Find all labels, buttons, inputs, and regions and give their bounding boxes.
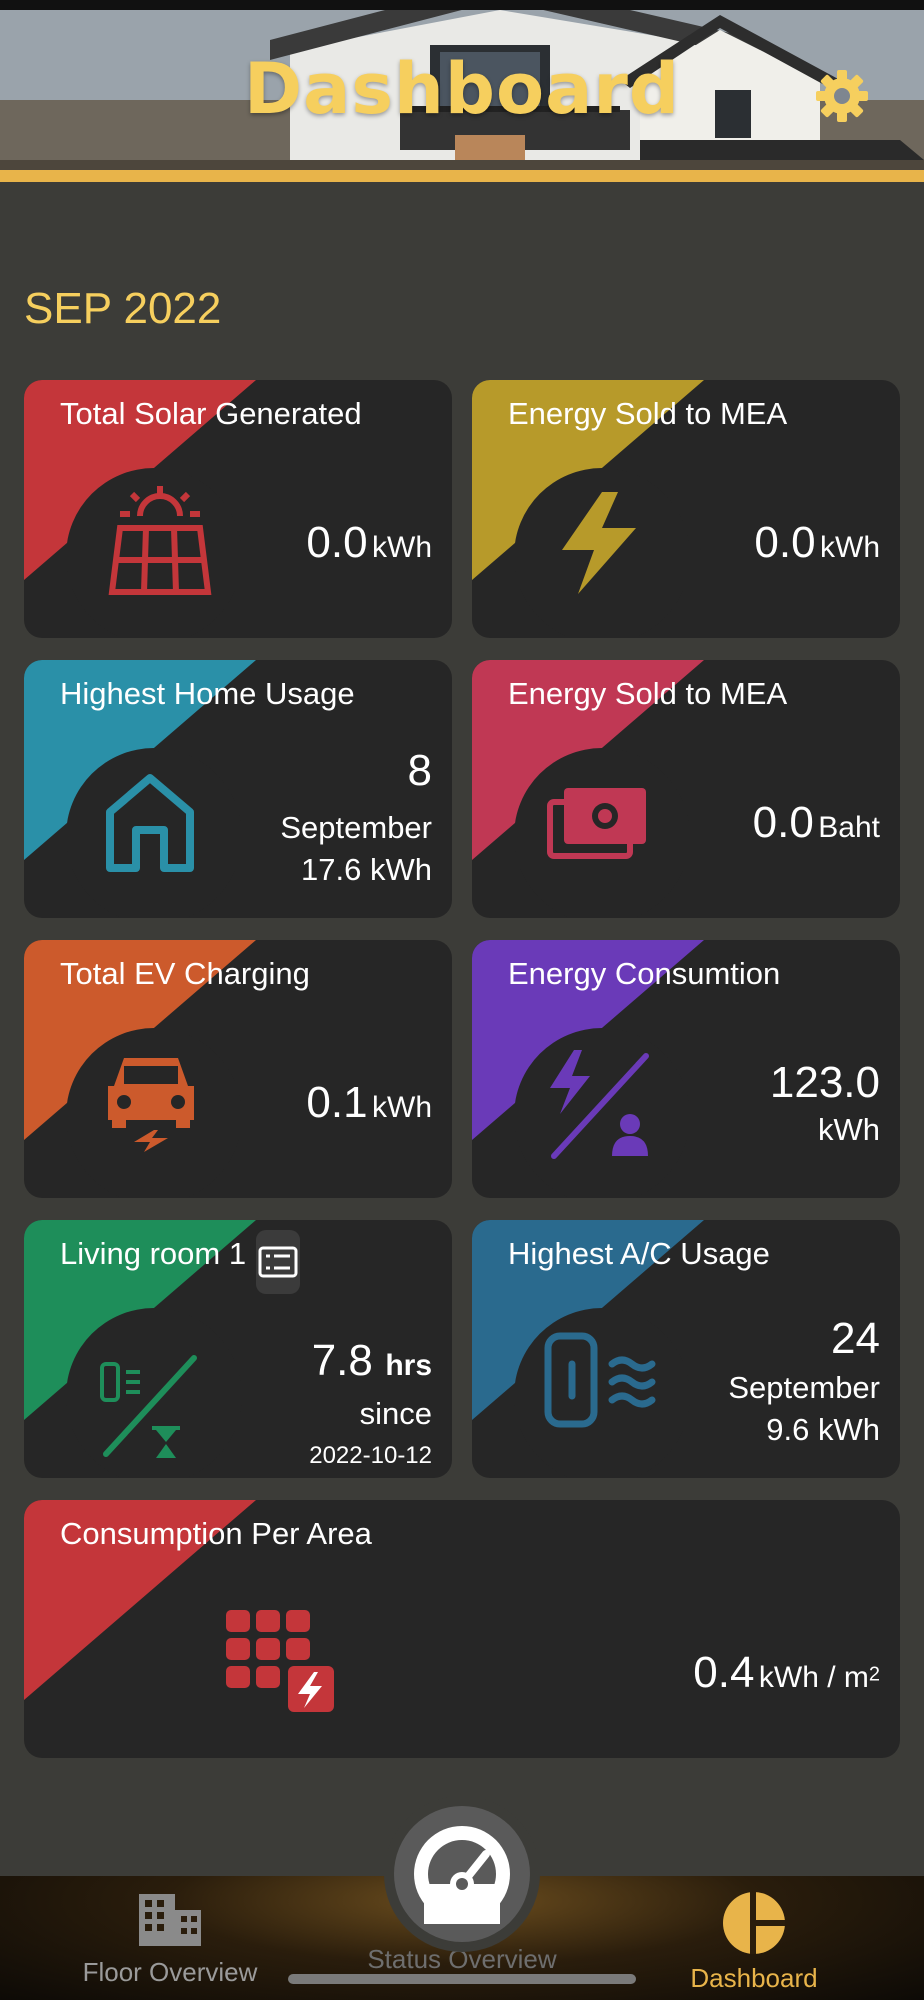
grid-energy-icon <box>226 1610 334 1712</box>
card-title: Highest Home Usage <box>60 676 355 711</box>
nav-label: Floor Overview <box>82 1957 258 1987</box>
unit: kWh <box>372 1091 432 1124</box>
value: 123.0 <box>769 1058 880 1107</box>
status-bar <box>0 0 924 10</box>
house-icon <box>106 774 194 872</box>
unit: kWh <box>818 1112 880 1147</box>
card-title: Highest A/C Usage <box>508 1236 770 1271</box>
value-row: 0.0 kWh <box>306 518 432 568</box>
nav-label: Dashboard <box>690 1963 818 1993</box>
unit: Baht <box>818 811 880 844</box>
nav-label: Status Overview <box>367 1944 557 1974</box>
value: 0.1 <box>306 1078 368 1127</box>
speedometer-icon <box>414 1826 510 1924</box>
value-row: 0.0 Baht <box>753 798 880 848</box>
period-label: SEP 2022 <box>24 284 222 333</box>
unit: kWh / m <box>758 1661 869 1694</box>
value-row: 0.0 kWh <box>754 518 880 568</box>
card-title: Total Solar Generated <box>60 396 362 431</box>
building-icon <box>139 1894 201 1946</box>
value: 0.0 <box>754 518 816 567</box>
month-value: September <box>728 1370 880 1405</box>
since-label: since <box>359 1396 432 1431</box>
status-overview-button[interactable] <box>394 1806 530 1942</box>
value: 0.4 <box>693 1648 755 1697</box>
schedule-note-button[interactable] <box>256 1230 300 1294</box>
unit: hrs <box>385 1349 432 1382</box>
solar-panel-icon <box>108 486 212 595</box>
air-conditioner-icon <box>544 1332 656 1428</box>
cash-icon <box>547 788 646 859</box>
nav-status-overview-label[interactable]: Status Overview <box>362 1944 562 1975</box>
value: 0.0 <box>752 798 814 847</box>
card-title: Consumption Per Area <box>60 1516 372 1551</box>
unit: kWh <box>820 531 880 564</box>
card-energy-sold-baht[interactable]: Energy Sold to MEA 0.0 Baht <box>472 660 900 918</box>
home-indicator <box>288 1974 636 1984</box>
value-row: 0.4 kWh / m2 <box>693 1648 880 1698</box>
ac-timer-icon <box>100 1355 197 1458</box>
since-date: 2022-10-12 <box>309 1442 432 1469</box>
note-list-icon <box>258 1246 298 1278</box>
card-living-room[interactable]: Living room 1 7.8 hrs since 2022-10-12 <box>24 1220 452 1478</box>
unit-exponent: 2 <box>868 1663 880 1686</box>
duration-row: 7.8 hrs <box>312 1336 432 1386</box>
card-highest-home-usage[interactable]: Highest Home Usage 8 September 17.6 kWh <box>24 660 452 918</box>
nav-floor-overview[interactable]: Floor Overview <box>70 1890 270 1988</box>
card-title: Energy Sold to MEA <box>508 396 788 431</box>
card-highest-ac-usage[interactable]: Highest A/C Usage 24 September 9.6 kWh <box>472 1220 900 1478</box>
value: 0.0 <box>306 518 368 567</box>
value-row: 0.1 kWh <box>306 1078 432 1128</box>
card-energy-sold-kwh[interactable]: Energy Sold to MEA 0.0 kWh <box>472 380 900 638</box>
lightning-icon <box>562 492 636 594</box>
header-banner: Dashboard <box>0 10 924 170</box>
card-consumption-per-area[interactable]: Consumption Per Area 0.4 kWh / m2 <box>24 1500 900 1758</box>
ev-car-icon <box>108 1058 194 1152</box>
card-total-ev-charging[interactable]: Total EV Charging 0.1 kWh <box>24 940 452 1198</box>
pie-chart-icon <box>723 1892 785 1954</box>
settings-button[interactable] <box>812 66 872 126</box>
header-divider <box>0 170 924 182</box>
card-title: Energy Sold to MEA <box>508 676 788 711</box>
card-title: Living room 1 <box>60 1236 247 1271</box>
day-value: 8 <box>407 746 432 795</box>
card-total-solar[interactable]: Total Solar Generated 0.0 kWh <box>24 380 452 638</box>
nav-dashboard[interactable]: Dashboard <box>654 1890 854 1994</box>
page-title: Dashboard <box>244 48 680 130</box>
card-title: Total EV Charging <box>60 956 310 991</box>
month-value: September <box>280 810 432 845</box>
card-title: Energy Consumtion <box>508 956 781 991</box>
day-value: 24 <box>831 1314 880 1363</box>
value: 7.8 <box>311 1336 373 1385</box>
gear-icon <box>816 70 868 122</box>
card-energy-consumption[interactable]: Energy Consumtion 123.0 kWh <box>472 940 900 1198</box>
energy-person-icon <box>550 1050 649 1159</box>
unit: kWh <box>372 531 432 564</box>
amount-value: 17.6 kWh <box>301 852 432 887</box>
amount-value: 9.6 kWh <box>766 1412 880 1447</box>
